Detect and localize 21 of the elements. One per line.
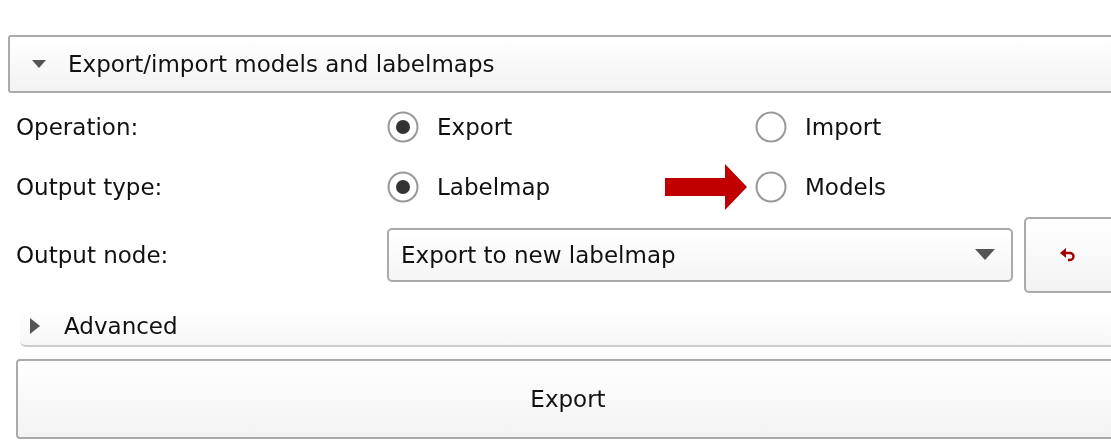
undo-icon [1060,247,1076,263]
radio-button[interactable] [387,111,419,143]
field-label: Output node: [16,242,169,268]
radio-button[interactable] [755,111,787,143]
radio-label: Models [805,174,887,200]
expand-arrow-icon [30,318,40,334]
radio-label: Export [437,114,513,140]
reset-button[interactable] [1024,217,1111,293]
radio-button[interactable] [387,171,419,203]
field-label: Output type: [16,174,163,200]
section-header[interactable]: Export/import models and labelmaps [8,35,1111,93]
field-label: Operation: [16,114,139,140]
radio-label: Labelmap [437,174,551,200]
arrow-icon [665,164,747,210]
radio-label: Import [805,114,882,140]
section-title: Export/import models and labelmaps [68,51,495,77]
output-node-dropdown[interactable]: Export to new labelmap [387,228,1013,282]
section-title: Advanced [64,313,178,339]
caret-icon [975,249,995,261]
radio-button[interactable] [755,171,787,203]
export-button[interactable]: Export [16,359,1111,439]
